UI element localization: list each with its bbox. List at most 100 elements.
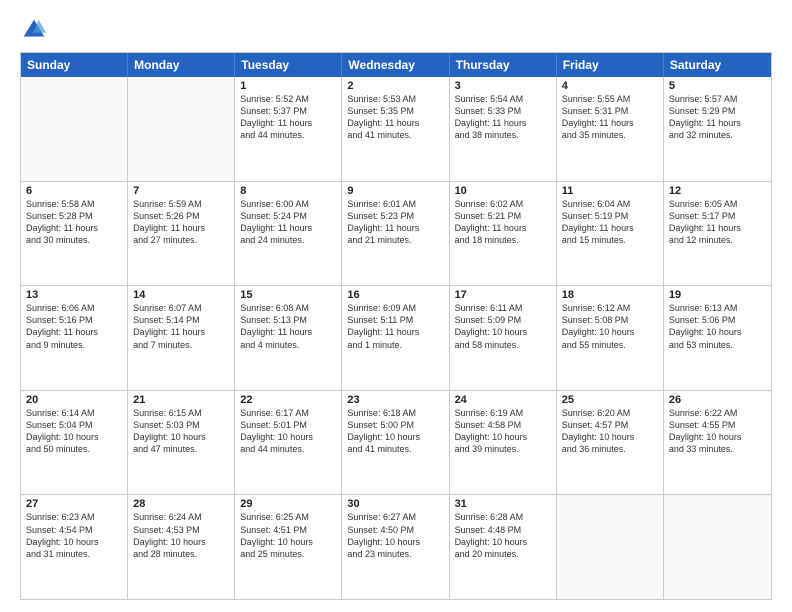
cell-info-line: Sunset: 5:08 PM [562,314,658,326]
cell-info-line: Daylight: 11 hours [240,117,336,129]
day-cell-22: 22Sunrise: 6:17 AMSunset: 5:01 PMDayligh… [235,391,342,495]
cell-info-line: Daylight: 11 hours [26,222,122,234]
cell-info-line: and 41 minutes. [347,129,443,141]
day-number: 2 [347,80,443,92]
calendar-header: SundayMondayTuesdayWednesdayThursdayFrid… [21,53,771,77]
day-cell-17: 17Sunrise: 6:11 AMSunset: 5:09 PMDayligh… [450,286,557,390]
cell-info-line: and 9 minutes. [26,339,122,351]
day-number: 26 [669,394,766,406]
cell-info-line: Sunset: 5:04 PM [26,419,122,431]
cell-info-line: Daylight: 10 hours [347,431,443,443]
day-cell-21: 21Sunrise: 6:15 AMSunset: 5:03 PMDayligh… [128,391,235,495]
header [20,16,772,44]
cell-info-line: Sunset: 5:33 PM [455,105,551,117]
cell-info-line: Daylight: 10 hours [455,326,551,338]
cell-info-line: Daylight: 10 hours [240,431,336,443]
day-cell-12: 12Sunrise: 6:05 AMSunset: 5:17 PMDayligh… [664,182,771,286]
cell-info-line: Sunrise: 6:07 AM [133,302,229,314]
day-number: 8 [240,185,336,197]
cell-info-line: Daylight: 11 hours [455,117,551,129]
day-cell-11: 11Sunrise: 6:04 AMSunset: 5:19 PMDayligh… [557,182,664,286]
calendar-row-3: 13Sunrise: 6:06 AMSunset: 5:16 PMDayligh… [21,285,771,390]
day-number: 5 [669,80,766,92]
empty-cell [557,495,664,599]
cell-info-line: Sunrise: 5:57 AM [669,93,766,105]
cell-info-line: Daylight: 11 hours [26,326,122,338]
empty-cell [664,495,771,599]
calendar-body: 1Sunrise: 5:52 AMSunset: 5:37 PMDaylight… [21,77,771,599]
cell-info-line: Sunset: 5:06 PM [669,314,766,326]
cell-info-line: Sunset: 4:55 PM [669,419,766,431]
cell-info-line: Sunrise: 5:59 AM [133,198,229,210]
day-number: 20 [26,394,122,406]
day-cell-7: 7Sunrise: 5:59 AMSunset: 5:26 PMDaylight… [128,182,235,286]
cell-info-line: Daylight: 10 hours [240,536,336,548]
day-number: 21 [133,394,229,406]
cell-info-line: Daylight: 11 hours [240,222,336,234]
cell-info-line: and 18 minutes. [455,234,551,246]
day-cell-29: 29Sunrise: 6:25 AMSunset: 4:51 PMDayligh… [235,495,342,599]
cell-info-line: Daylight: 10 hours [26,536,122,548]
day-cell-30: 30Sunrise: 6:27 AMSunset: 4:50 PMDayligh… [342,495,449,599]
cell-info-line: Sunrise: 5:55 AM [562,93,658,105]
cell-info-line: Sunset: 5:14 PM [133,314,229,326]
day-cell-23: 23Sunrise: 6:18 AMSunset: 5:00 PMDayligh… [342,391,449,495]
header-day-monday: Monday [128,53,235,77]
cell-info-line: Sunset: 4:50 PM [347,524,443,536]
day-cell-6: 6Sunrise: 5:58 AMSunset: 5:28 PMDaylight… [21,182,128,286]
cell-info-line: Sunset: 4:57 PM [562,419,658,431]
cell-info-line: and 50 minutes. [26,443,122,455]
cell-info-line: and 12 minutes. [669,234,766,246]
cell-info-line: Daylight: 10 hours [133,536,229,548]
header-day-saturday: Saturday [664,53,771,77]
cell-info-line: Sunrise: 5:54 AM [455,93,551,105]
day-number: 18 [562,289,658,301]
cell-info-line: Daylight: 10 hours [562,431,658,443]
day-number: 11 [562,185,658,197]
cell-info-line: Sunrise: 6:09 AM [347,302,443,314]
cell-info-line: Sunrise: 6:12 AM [562,302,658,314]
cell-info-line: Sunset: 5:28 PM [26,210,122,222]
cell-info-line: and 4 minutes. [240,339,336,351]
cell-info-line: and 1 minute. [347,339,443,351]
day-number: 13 [26,289,122,301]
day-cell-4: 4Sunrise: 5:55 AMSunset: 5:31 PMDaylight… [557,77,664,181]
day-number: 10 [455,185,551,197]
day-cell-18: 18Sunrise: 6:12 AMSunset: 5:08 PMDayligh… [557,286,664,390]
cell-info-line: Sunrise: 6:19 AM [455,407,551,419]
header-day-thursday: Thursday [450,53,557,77]
cell-info-line: and 44 minutes. [240,129,336,141]
cell-info-line: and 32 minutes. [669,129,766,141]
cell-info-line: Daylight: 11 hours [133,326,229,338]
logo-icon [20,16,48,44]
cell-info-line: Sunset: 5:23 PM [347,210,443,222]
day-cell-3: 3Sunrise: 5:54 AMSunset: 5:33 PMDaylight… [450,77,557,181]
header-day-tuesday: Tuesday [235,53,342,77]
day-number: 29 [240,498,336,510]
cell-info-line: Sunrise: 6:00 AM [240,198,336,210]
cell-info-line: Sunset: 5:01 PM [240,419,336,431]
day-number: 16 [347,289,443,301]
day-cell-10: 10Sunrise: 6:02 AMSunset: 5:21 PMDayligh… [450,182,557,286]
day-cell-2: 2Sunrise: 5:53 AMSunset: 5:35 PMDaylight… [342,77,449,181]
calendar-row-5: 27Sunrise: 6:23 AMSunset: 4:54 PMDayligh… [21,494,771,599]
day-cell-20: 20Sunrise: 6:14 AMSunset: 5:04 PMDayligh… [21,391,128,495]
cell-info-line: and 7 minutes. [133,339,229,351]
day-number: 4 [562,80,658,92]
day-number: 17 [455,289,551,301]
logo [20,16,52,44]
day-number: 7 [133,185,229,197]
cell-info-line: and 20 minutes. [455,548,551,560]
cell-info-line: Sunrise: 6:20 AM [562,407,658,419]
cell-info-line: Sunrise: 6:23 AM [26,511,122,523]
page: SundayMondayTuesdayWednesdayThursdayFrid… [0,0,792,612]
day-cell-27: 27Sunrise: 6:23 AMSunset: 4:54 PMDayligh… [21,495,128,599]
cell-info-line: Sunset: 5:03 PM [133,419,229,431]
cell-info-line: Daylight: 11 hours [455,222,551,234]
calendar-row-4: 20Sunrise: 6:14 AMSunset: 5:04 PMDayligh… [21,390,771,495]
cell-info-line: Sunrise: 5:58 AM [26,198,122,210]
cell-info-line: Sunrise: 6:27 AM [347,511,443,523]
cell-info-line: Sunset: 5:26 PM [133,210,229,222]
cell-info-line: Sunset: 4:58 PM [455,419,551,431]
cell-info-line: Daylight: 11 hours [240,326,336,338]
